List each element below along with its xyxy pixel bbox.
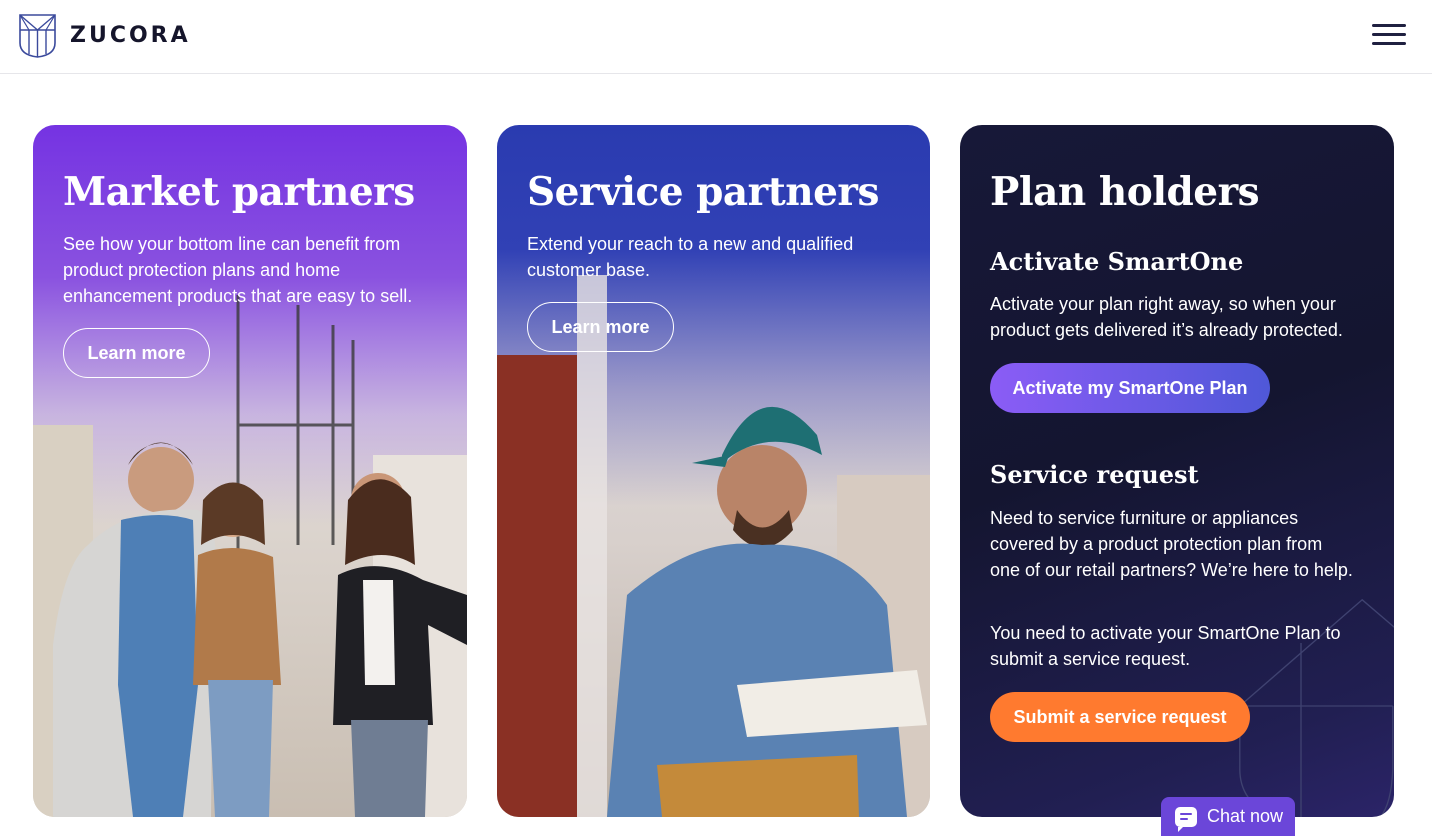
- market-learn-more-button[interactable]: Learn more: [63, 328, 210, 378]
- chat-bubble-icon: [1175, 806, 1197, 832]
- activate-smartone-description: Activate your plan right away, so when y…: [990, 294, 1343, 340]
- chat-now-label: Chat now: [1207, 806, 1284, 826]
- logo[interactable]: ZUCORA: [18, 13, 191, 58]
- service-learn-more-button[interactable]: Learn more: [527, 302, 674, 352]
- service-request-heading: Service request: [990, 460, 1199, 489]
- market-partners-photo: [33, 295, 467, 817]
- market-partners-card: Market partners See how your bottom line…: [33, 125, 467, 817]
- service-partners-title: Service partners: [527, 169, 879, 215]
- service-partners-card: Service partners Extend your reach to a …: [497, 125, 930, 817]
- plan-holders-card: Plan holders Activate SmartOne Activate …: [960, 125, 1394, 817]
- chat-now-button[interactable]: Chat now: [1161, 797, 1295, 836]
- zucora-logo-icon: [19, 14, 56, 58]
- activate-smartone-button[interactable]: Activate my SmartOne Plan: [990, 363, 1270, 413]
- service-partners-description: Extend your reach to a new and qualified…: [527, 234, 854, 280]
- site-header: ZUCORA: [0, 0, 1432, 74]
- hamburger-menu-icon[interactable]: [1372, 24, 1406, 48]
- service-partners-photo: [497, 275, 930, 817]
- submit-service-request-button[interactable]: Submit a service request: [990, 692, 1250, 742]
- market-partners-title: Market partners: [63, 169, 415, 215]
- service-request-note: You need to activate your SmartOne Plan …: [990, 623, 1341, 669]
- logo-text: ZUCORA: [70, 23, 191, 48]
- activate-smartone-heading: Activate SmartOne: [990, 247, 1244, 276]
- market-partners-description: See how your bottom line can benefit fro…: [63, 234, 413, 306]
- service-request-description: Need to service furniture or appliances …: [990, 508, 1353, 580]
- plan-holders-title: Plan holders: [990, 169, 1260, 215]
